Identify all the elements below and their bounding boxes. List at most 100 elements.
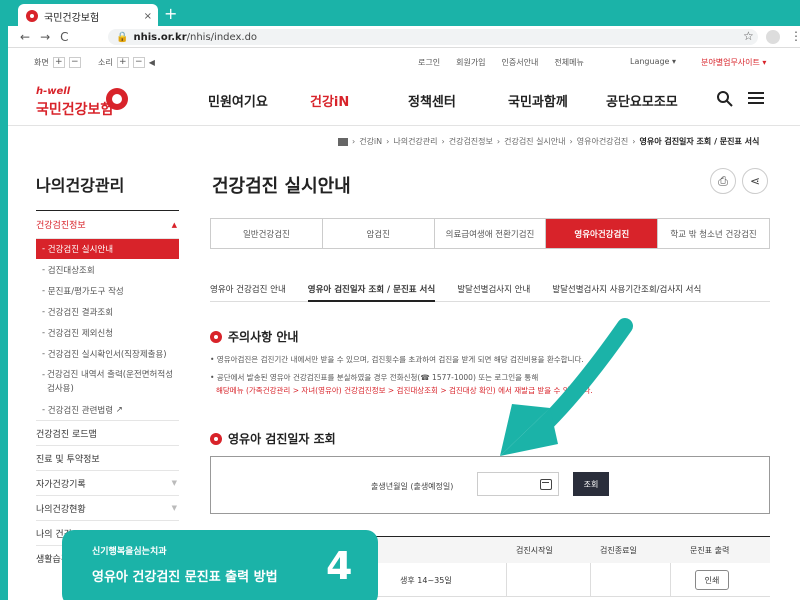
sound-label: 소리 bbox=[98, 58, 113, 67]
browser-menu-icon[interactable]: ⋮ bbox=[790, 29, 800, 43]
sidebar-item-confirmation[interactable]: - 건강검진 실시확인서(직장제출용) bbox=[36, 343, 179, 364]
gnb-about[interactable]: 공단요모조모 bbox=[606, 91, 678, 110]
web-page: 화면 + − 소리 + − ◀ 로그인 회원가입 인증서안내 전체메뉴 Lang… bbox=[8, 48, 800, 600]
breadcrumb-item[interactable]: 건강검진정보 bbox=[449, 136, 493, 147]
subtab-screening-period[interactable]: 발달선별검사지 사용기간조회/검사지 서식 bbox=[552, 280, 701, 302]
gnb-together[interactable]: 국민과함께 bbox=[508, 91, 568, 110]
sidebar-item-treatment[interactable]: 진료 및 투약정보 bbox=[36, 445, 179, 470]
utility-bar: 화면 + − 소리 + − ◀ 로그인 회원가입 인증서안내 전체메뉴 Lang… bbox=[8, 48, 800, 76]
main-header: h-well 국민건강보험 민원여기요 건강iN 정책센터 국민과함께 공단요모… bbox=[8, 76, 800, 126]
address-bar: ← → C 🔒 nhis.or.kr/nhis/index.do ☆ ⋮ bbox=[8, 26, 800, 48]
collapse-arrow-icon: ▲ bbox=[171, 220, 177, 229]
step-number: 4 bbox=[326, 544, 353, 588]
sidebar-item-results[interactable]: - 건강검진 결과조회 bbox=[36, 301, 179, 322]
breadcrumb-item[interactable]: 나의건강관리 bbox=[393, 136, 437, 147]
notice-title: 주의사항 안내 bbox=[228, 330, 299, 344]
tab-youth[interactable]: 학교 밖 청소년 건강검진 bbox=[658, 219, 769, 248]
page-title: 건강검진 실시안내 bbox=[212, 176, 351, 197]
birth-date-label: 출생년월일 (출생예정일) bbox=[371, 482, 454, 491]
tab-cancer[interactable]: 암검진 bbox=[322, 219, 435, 248]
url-field[interactable]: 🔒 nhis.or.kr/nhis/index.do bbox=[108, 29, 758, 45]
checkup-type-tabs: 일반건강검진 암검진 의료급여생애 전환기검진 영유아건강검진 학교 밖 청소년… bbox=[210, 218, 770, 249]
hamburger-menu-icon[interactable] bbox=[748, 92, 764, 105]
notice-heading: 주의사항 안내 bbox=[210, 328, 298, 345]
sidebar-item-exclusion[interactable]: - 건강검진 제외신청 bbox=[36, 322, 179, 343]
subtab-screening-guide[interactable]: 발달선별검사지 안내 bbox=[457, 280, 530, 302]
sidebar-item-self-record[interactable]: 자가건강기록 ▼ bbox=[36, 470, 179, 495]
back-icon[interactable]: ← bbox=[20, 30, 30, 44]
sidebar-title: 나의건강관리 bbox=[36, 176, 125, 195]
screen-zoom-out-button[interactable]: − bbox=[68, 57, 81, 68]
banner-title: 영유아 건강검진 문진표 출력 방법 bbox=[92, 570, 278, 585]
screen-zoom-control: 화면 + − bbox=[34, 57, 81, 68]
browser-tab-bar: 국민건강보험 × + bbox=[8, 0, 800, 28]
bookmark-star-icon[interactable]: ☆ bbox=[743, 29, 754, 43]
col-print: 문진표 출력 bbox=[690, 546, 730, 555]
share-icon[interactable]: ⋖ bbox=[742, 168, 768, 194]
login-link[interactable]: 로그인 bbox=[418, 57, 440, 68]
gnb-policy[interactable]: 정책센터 bbox=[408, 91, 456, 110]
subtab-date-query[interactable]: 영유아 검진일자 조회 / 문진표 서식 bbox=[307, 280, 436, 302]
screenshot-frame: 국민건강보험 × + ← → C 🔒 nhis.or.kr/nhis/index… bbox=[0, 0, 800, 600]
subtab-guide[interactable]: 영유아 건강검진 안내 bbox=[210, 280, 286, 302]
profile-avatar[interactable] bbox=[766, 30, 780, 44]
calendar-icon[interactable] bbox=[540, 479, 552, 490]
search-icon[interactable] bbox=[716, 90, 734, 108]
screen-label: 화면 bbox=[34, 58, 49, 67]
external-link-icon: ↗ bbox=[115, 404, 123, 415]
breadcrumb-item[interactable]: 건강검진 실시안내 bbox=[504, 136, 565, 147]
browser-tab[interactable]: 국민건강보험 × bbox=[18, 4, 158, 28]
banner-subtitle: 신기행복을심는치과 bbox=[92, 547, 167, 557]
query-heading: 영유아 검진일자 조회 bbox=[210, 430, 336, 447]
sidebar-section-label: 건강검진정보 bbox=[36, 221, 86, 231]
tab-general[interactable]: 일반건강검진 bbox=[211, 219, 323, 248]
speaker-icon[interactable]: ◀ bbox=[149, 58, 155, 67]
breadcrumb-item[interactable]: 영유아건강검진 bbox=[577, 136, 629, 147]
sidebar-nav: 건강검진정보 ▲ - 건강검진 실시안내 - 검진대상조회 - 문진표/평가도구… bbox=[36, 210, 179, 570]
forward-icon[interactable]: → bbox=[40, 30, 50, 44]
allmenu-link[interactable]: 전체메뉴 bbox=[554, 57, 583, 68]
sound-up-button[interactable]: + bbox=[116, 57, 129, 68]
print-button[interactable]: 인쇄 bbox=[695, 570, 729, 590]
print-icon[interactable]: ⎙ bbox=[710, 168, 736, 194]
branch-sites-select[interactable]: 분야별업무사이트 ▾ bbox=[701, 57, 766, 68]
infant-subtabs: 영유아 건강검진 안내 영유아 검진일자 조회 / 문진표 서식 발달선별검사지… bbox=[210, 280, 770, 302]
breadcrumb-item[interactable]: 건강iN bbox=[359, 136, 382, 147]
cert-link[interactable]: 인증서안내 bbox=[502, 57, 539, 68]
logo-tagline: h-well bbox=[36, 86, 71, 97]
reload-icon[interactable]: C bbox=[60, 30, 68, 44]
breadcrumb: › 건강iN › 나의건강관리 › 건강검진정보 › 건강검진 실시안내 › 영유아건강검… bbox=[338, 136, 759, 147]
col-end: 검진종료일 bbox=[600, 546, 637, 555]
sound-control: 소리 + − ◀ bbox=[98, 57, 155, 68]
url-domain: nhis.or.kr bbox=[133, 31, 187, 43]
query-title: 영유아 검진일자 조회 bbox=[228, 432, 336, 446]
sidebar-section-health-check[interactable]: 건강검진정보 ▲ bbox=[36, 211, 179, 239]
home-icon[interactable] bbox=[338, 137, 348, 146]
sidebar-item-target[interactable]: - 검진대상조회 bbox=[36, 259, 179, 280]
breadcrumb-current: 영유아 검진일자 조회 / 문진표 서식 bbox=[639, 137, 760, 146]
logo-emblem-icon bbox=[106, 88, 128, 110]
signup-link[interactable]: 회원가입 bbox=[456, 57, 485, 68]
tab-close-icon[interactable]: × bbox=[144, 11, 152, 22]
sidebar-item-roadmap[interactable]: 건강검진 로드맵 bbox=[36, 420, 179, 445]
language-select[interactable]: Language ▾ bbox=[630, 57, 676, 66]
nhis-logo[interactable]: h-well 국민건강보험 bbox=[36, 84, 146, 120]
bullet-icon bbox=[210, 432, 222, 445]
row-age: 생후 14~35일 bbox=[400, 576, 452, 585]
gnb-health-in[interactable]: 건강iN bbox=[310, 91, 349, 110]
sound-down-button[interactable]: − bbox=[132, 57, 145, 68]
tab-medical-aid[interactable]: 의료급여생애 전환기검진 bbox=[434, 219, 547, 248]
sidebar-item-guide[interactable]: - 건강검진 실시안내 bbox=[36, 239, 179, 259]
gnb-civil[interactable]: 민원여기요 bbox=[208, 91, 268, 110]
tab-infant[interactable]: 영유아건강검진 bbox=[546, 219, 659, 248]
col-start: 검진시작일 bbox=[516, 546, 553, 555]
sidebar-item-laws[interactable]: - 건강검진 관련법령 ↗ bbox=[36, 399, 179, 420]
sidebar-item-status[interactable]: 나의건강현황 ▼ bbox=[36, 495, 179, 520]
sidebar-item-history[interactable]: - 건강검진 내역서 출력(운전면허적성검사용) bbox=[36, 364, 179, 399]
url-path: /nhis/index.do bbox=[186, 31, 258, 43]
sidebar-item-questionnaire[interactable]: - 문진표/평가도구 작성 bbox=[36, 280, 179, 301]
new-tab-button[interactable]: + bbox=[164, 5, 177, 23]
expand-arrow-icon: ▼ bbox=[171, 504, 177, 512]
screen-zoom-in-button[interactable]: + bbox=[52, 57, 65, 68]
step-banner: 신기행복을심는치과 영유아 건강검진 문진표 출력 방법 4 bbox=[62, 530, 378, 600]
